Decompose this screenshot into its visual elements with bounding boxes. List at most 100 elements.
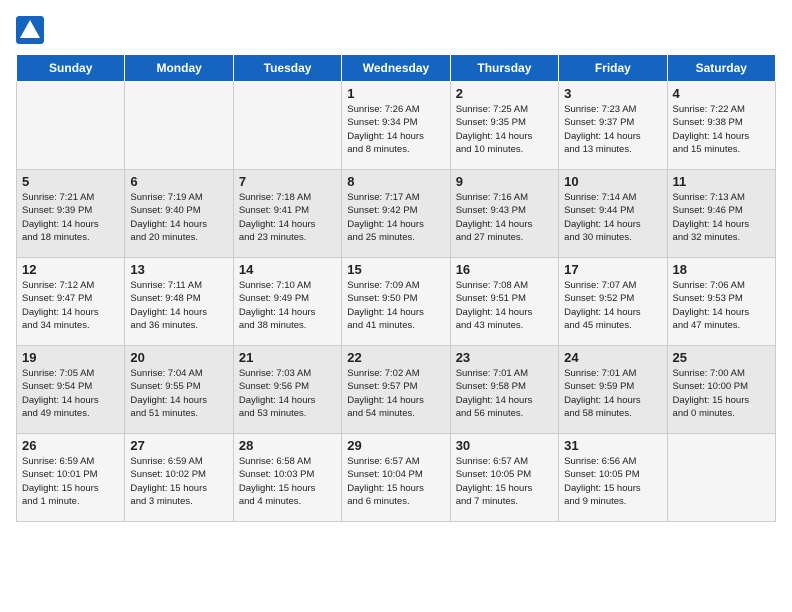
day-number: 11 [673, 174, 770, 189]
day-info: Sunrise: 6:56 AM Sunset: 10:05 PM Daylig… [564, 455, 661, 508]
calendar-cell [17, 82, 125, 170]
calendar-cell: 25 Sunrise: 7:00 AM Sunset: 10:00 PM Dayl… [667, 346, 775, 434]
calendar-cell: 11 Sunrise: 7:13 AM Sunset: 9:46 PM Dayli… [667, 170, 775, 258]
day-info: Sunrise: 7:26 AM Sunset: 9:34 PM Dayligh… [347, 103, 444, 156]
day-number: 14 [239, 262, 336, 277]
day-info: Sunrise: 7:01 AM Sunset: 9:58 PM Dayligh… [456, 367, 553, 420]
calendar-cell: 1 Sunrise: 7:26 AM Sunset: 9:34 PM Daylig… [342, 82, 450, 170]
day-number: 31 [564, 438, 661, 453]
calendar-cell [125, 82, 233, 170]
logo-icon [16, 16, 44, 44]
day-info: Sunrise: 7:07 AM Sunset: 9:52 PM Dayligh… [564, 279, 661, 332]
calendar-cell: 18 Sunrise: 7:06 AM Sunset: 9:53 PM Dayli… [667, 258, 775, 346]
calendar-cell: 10 Sunrise: 7:14 AM Sunset: 9:44 PM Dayli… [559, 170, 667, 258]
day-info: Sunrise: 6:58 AM Sunset: 10:03 PM Daylig… [239, 455, 336, 508]
day-number: 4 [673, 86, 770, 101]
calendar-cell: 29Sunrise: 6:57 AM Sunset: 10:04 PM Dayl… [342, 434, 450, 522]
day-info: Sunrise: 7:04 AM Sunset: 9:55 PM Dayligh… [130, 367, 227, 420]
calendar-cell: 9 Sunrise: 7:16 AM Sunset: 9:43 PM Daylig… [450, 170, 558, 258]
day-info: Sunrise: 7:14 AM Sunset: 9:44 PM Dayligh… [564, 191, 661, 244]
day-number: 19 [22, 350, 119, 365]
weekday-header-sunday: Sunday [17, 55, 125, 82]
day-info: Sunrise: 7:02 AM Sunset: 9:57 PM Dayligh… [347, 367, 444, 420]
day-number: 5 [22, 174, 119, 189]
day-info: Sunrise: 7:22 AM Sunset: 9:38 PM Dayligh… [673, 103, 770, 156]
logo [16, 16, 48, 44]
day-info: Sunrise: 6:57 AM Sunset: 10:05 PM Daylig… [456, 455, 553, 508]
day-number: 6 [130, 174, 227, 189]
calendar-cell: 16 Sunrise: 7:08 AM Sunset: 9:51 PM Dayli… [450, 258, 558, 346]
weekday-header-saturday: Saturday [667, 55, 775, 82]
calendar-cell: 8 Sunrise: 7:17 AM Sunset: 9:42 PM Daylig… [342, 170, 450, 258]
calendar-cell: 23 Sunrise: 7:01 AM Sunset: 9:58 PM Dayli… [450, 346, 558, 434]
day-number: 21 [239, 350, 336, 365]
day-number: 10 [564, 174, 661, 189]
day-info: Sunrise: 7:17 AM Sunset: 9:42 PM Dayligh… [347, 191, 444, 244]
day-info: Sunrise: 6:57 AM Sunset: 10:04 PM Daylig… [347, 455, 444, 508]
day-number: 16 [456, 262, 553, 277]
calendar-cell: 20 Sunrise: 7:04 AM Sunset: 9:55 PM Dayli… [125, 346, 233, 434]
day-number: 9 [456, 174, 553, 189]
day-number: 17 [564, 262, 661, 277]
day-info: Sunrise: 7:13 AM Sunset: 9:46 PM Dayligh… [673, 191, 770, 244]
calendar-cell: 13 Sunrise: 7:11 AM Sunset: 9:48 PM Dayli… [125, 258, 233, 346]
calendar-cell: 30 Sunrise: 6:57 AM Sunset: 10:05 PM Dayl… [450, 434, 558, 522]
calendar-cell: 28 Sunrise: 6:58 AM Sunset: 10:03 PM Dayl… [233, 434, 341, 522]
day-number: 18 [673, 262, 770, 277]
day-info: Sunrise: 7:03 AM Sunset: 9:56 PM Dayligh… [239, 367, 336, 420]
day-info: Sunrise: 7:19 AM Sunset: 9:40 PM Dayligh… [130, 191, 227, 244]
day-info: Sunrise: 6:59 AM Sunset: 10:01 PM Daylig… [22, 455, 119, 508]
day-number: 25 [673, 350, 770, 365]
day-info: Sunrise: 7:11 AM Sunset: 9:48 PM Dayligh… [130, 279, 227, 332]
day-info: Sunrise: 7:01 AM Sunset: 9:59 PM Dayligh… [564, 367, 661, 420]
weekday-header-friday: Friday [559, 55, 667, 82]
day-info: Sunrise: 7:05 AM Sunset: 9:54 PM Dayligh… [22, 367, 119, 420]
weekday-header-thursday: Thursday [450, 55, 558, 82]
day-info: Sunrise: 7:08 AM Sunset: 9:51 PM Dayligh… [456, 279, 553, 332]
calendar-cell: 3 Sunrise: 7:23 AM Sunset: 9:37 PM Daylig… [559, 82, 667, 170]
page-header [16, 16, 776, 44]
day-number: 7 [239, 174, 336, 189]
calendar-cell: 21 Sunrise: 7:03 AM Sunset: 9:56 PM Dayli… [233, 346, 341, 434]
calendar-cell: 7 Sunrise: 7:18 AM Sunset: 9:41 PM Daylig… [233, 170, 341, 258]
day-info: Sunrise: 7:21 AM Sunset: 9:39 PM Dayligh… [22, 191, 119, 244]
day-number: 24 [564, 350, 661, 365]
calendar-cell: 19 Sunrise: 7:05 AM Sunset: 9:54 PM Dayli… [17, 346, 125, 434]
day-info: Sunrise: 7:23 AM Sunset: 9:37 PM Dayligh… [564, 103, 661, 156]
day-info: Sunrise: 7:00 AM Sunset: 10:00 PM Daylig… [673, 367, 770, 420]
calendar-cell: 15Sunrise: 7:09 AM Sunset: 9:50 PM Dayli… [342, 258, 450, 346]
day-number: 2 [456, 86, 553, 101]
day-info: Sunrise: 7:06 AM Sunset: 9:53 PM Dayligh… [673, 279, 770, 332]
calendar-cell: 4 Sunrise: 7:22 AM Sunset: 9:38 PM Daylig… [667, 82, 775, 170]
calendar-cell: 17 Sunrise: 7:07 AM Sunset: 9:52 PM Dayli… [559, 258, 667, 346]
weekday-header-monday: Monday [125, 55, 233, 82]
calendar-cell [667, 434, 775, 522]
calendar-cell: 24 Sunrise: 7:01 AM Sunset: 9:59 PM Dayli… [559, 346, 667, 434]
calendar-cell: 5 Sunrise: 7:21 AM Sunset: 9:39 PM Daylig… [17, 170, 125, 258]
day-number: 26 [22, 438, 119, 453]
weekday-header-wednesday: Wednesday [342, 55, 450, 82]
day-info: Sunrise: 7:16 AM Sunset: 9:43 PM Dayligh… [456, 191, 553, 244]
calendar-cell: 2 Sunrise: 7:25 AM Sunset: 9:35 PM Daylig… [450, 82, 558, 170]
calendar-cell: 6 Sunrise: 7:19 AM Sunset: 9:40 PM Daylig… [125, 170, 233, 258]
day-number: 22 [347, 350, 444, 365]
day-number: 13 [130, 262, 227, 277]
day-number: 30 [456, 438, 553, 453]
day-number: 15 [347, 262, 444, 277]
day-info: Sunrise: 7:18 AM Sunset: 9:41 PM Dayligh… [239, 191, 336, 244]
calendar-cell: 12Sunrise: 7:12 AM Sunset: 9:47 PM Dayli… [17, 258, 125, 346]
day-number: 28 [239, 438, 336, 453]
day-number: 23 [456, 350, 553, 365]
calendar-cell: 31 Sunrise: 6:56 AM Sunset: 10:05 PM Dayl… [559, 434, 667, 522]
day-number: 8 [347, 174, 444, 189]
day-number: 20 [130, 350, 227, 365]
day-number: 3 [564, 86, 661, 101]
day-info: Sunrise: 7:25 AM Sunset: 9:35 PM Dayligh… [456, 103, 553, 156]
day-info: Sunrise: 6:59 AM Sunset: 10:02 PM Daylig… [130, 455, 227, 508]
day-info: Sunrise: 7:10 AM Sunset: 9:49 PM Dayligh… [239, 279, 336, 332]
day-number: 27 [130, 438, 227, 453]
day-info: Sunrise: 7:12 AM Sunset: 9:47 PM Dayligh… [22, 279, 119, 332]
calendar-cell [233, 82, 341, 170]
calendar-cell: 26 Sunrise: 6:59 AM Sunset: 10:01 PM Dayl… [17, 434, 125, 522]
day-number: 1 [347, 86, 444, 101]
